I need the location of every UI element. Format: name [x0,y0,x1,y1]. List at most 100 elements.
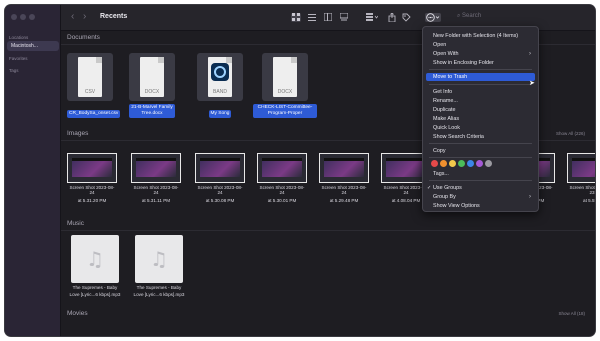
gallery-view-button[interactable] [339,12,349,22]
tag-color-dot[interactable] [440,160,447,167]
document-thumbnail: DOCX [262,53,308,101]
tag-button[interactable] [401,13,411,22]
tag-color-dot[interactable] [476,160,483,167]
image-name-line1: Screen Shot 2023-08-24 [259,185,305,196]
zoom-window-button[interactable] [29,14,35,20]
share-icon [388,12,396,23]
menu-duplicate[interactable]: Duplicate [426,106,535,114]
document-item[interactable]: CSV CR_BodySa_onset.csv [67,53,121,119]
screenshot-titlebar [262,158,302,161]
music-thumbnail: ♫ [135,235,183,283]
music-name-line2: Love [Lyric...6 kbps].mp3 [69,292,121,298]
menu-move-to-trash[interactable]: Move to Trash [426,73,535,81]
sidebar-section-locations: Locations [9,35,29,40]
menu-get-info[interactable]: Get Info [426,88,535,96]
image-thumbnail [195,153,245,183]
column-view-button[interactable] [323,12,333,22]
music-name-line1: The Supremes - Baby [72,285,118,290]
image-item[interactable]: Screen Shot 2023-08-24 at 5.31.20 PM [67,153,117,203]
back-button[interactable]: ‹ [71,12,74,22]
documents-header-label: Documents [67,34,100,41]
music-item[interactable]: ♫ The Supremes - Baby Love [Lyric...6 kb… [133,235,185,298]
share-button[interactable] [387,12,397,23]
menu-tags[interactable]: Tags... [426,170,535,178]
music-item[interactable]: ♫ The Supremes - Baby Love [Lyric...6 kb… [69,235,121,298]
sidebar-item-macintosh-hd[interactable]: Macintosh... [7,41,59,51]
image-name-line2: at 5.30.08 PM [205,197,235,203]
movies-header-label: Movies [67,310,88,317]
window-title: Recents [100,13,128,20]
sidebar-section-favorites: Favorites [9,56,28,61]
menu-group-by-label: Group By [433,194,456,200]
screenshot-titlebar [200,158,240,161]
menu-make-alias[interactable]: Make Alias [426,115,535,123]
image-name-line1: Screen Shot 2023-08-24 [197,185,243,196]
list-view-button[interactable] [307,13,317,22]
chevron-right-icon: › [529,194,531,200]
images-header-label: Images [67,130,89,137]
document-item[interactable]: BAND My Song [197,53,243,119]
file-extension: BAND [213,89,227,95]
music-section-header: Music [61,217,595,231]
images-show-all-button[interactable]: Show All (226) [556,127,585,141]
menu-divider [429,69,532,70]
music-thumbnail: ♫ [71,235,119,283]
image-name-line2: at 5.31.11 PM [141,197,171,203]
document-item[interactable]: DOCX CHECK-LIST-Committee-Program-Proper [253,53,317,119]
image-item[interactable]: Screen Shot 2023-08-24 at 5.31.11 PM [131,153,181,203]
tag-color-dot[interactable] [485,160,492,167]
music-header-label: Music [67,220,84,227]
menu-rename[interactable]: Rename... [426,97,535,105]
menu-quick-look[interactable]: Quick Look [426,124,535,132]
group-by-button[interactable] [365,13,379,22]
document-item[interactable]: DOCX 21-B-Marvel Family Tree.docx [129,53,175,119]
tag-color-dot[interactable] [458,160,465,167]
file-extension: DOCX [144,89,160,95]
menu-open-with-label: Open With [433,51,459,57]
movies-show-all-button[interactable]: Show All (18) [558,307,585,321]
finder-window: Locations Macintosh... Favorites Tags ‹ … [5,5,595,336]
music-note-icon: ♫ [150,247,168,271]
menu-open[interactable]: Open [426,41,535,49]
sidebar: Locations Macintosh... Favorites Tags [5,5,61,336]
tag-color-dot[interactable] [467,160,474,167]
image-name-line2: at 5.30.01 PM [267,197,297,203]
checkmark-icon: ✓ [427,185,432,191]
gallery-icon [339,12,349,21]
minimize-window-button[interactable] [20,14,26,20]
menu-open-with[interactable]: Open With › [426,50,535,58]
image-item[interactable]: Screen Shot 2023-08-23at 5.57... [567,153,595,203]
document-name: 21-B-Marvel Family Tree.docx [129,104,175,118]
menu-use-groups-label: Use Groups [433,185,462,191]
image-name-line1: Screen Shot 2023-08-24 [133,185,179,196]
forward-button[interactable]: › [83,12,86,22]
menu-group-by[interactable]: Group By › [426,193,535,201]
image-item[interactable]: Screen Shot 2023-08-24 at 5.30.01 PM [257,153,307,203]
screenshot-titlebar [72,158,112,161]
tag-color-dot[interactable] [449,160,456,167]
menu-show-search-criteria[interactable]: Show Search Criteria [426,133,535,141]
menu-divider [429,143,532,144]
close-window-button[interactable] [11,14,17,20]
menu-copy[interactable]: Copy [426,147,535,155]
document-name: CHECK-LIST-Committee-Program-Proper [253,104,317,118]
tag-color-dot[interactable] [431,160,438,167]
image-item[interactable]: Screen Shot 2023-08-24 at 5.29.48 PM [319,153,369,203]
menu-new-folder-with-selection[interactable]: New Folder with Selection (4 Items) [426,32,535,40]
group-icon [366,13,379,21]
sidebar-section-tags: Tags [9,68,19,73]
image-item[interactable]: Screen Shot 2023-08-24 at 5.30.08 PM [195,153,245,203]
menu-show-in-enclosing-folder[interactable]: Show in Enclosing Folder [426,59,535,67]
menu-use-groups[interactable]: ✓ Use Groups [426,184,535,192]
document-thumbnail: DOCX [129,53,175,101]
icon-view-button[interactable] [291,13,301,22]
chevron-right-icon: › [529,51,531,57]
action-menu-button[interactable] [425,13,441,22]
document-name: CR_BodySa_onset.csv [67,110,121,118]
music-name-line1: The Supremes - Baby [136,285,182,290]
document-name: My Song [208,110,232,118]
menu-show-view-options[interactable]: Show View Options [426,202,535,210]
search-field[interactable]: ⌕ Search [457,13,481,20]
image-thumbnail [257,153,307,183]
image-name-line2: at 5.57... [583,197,595,203]
